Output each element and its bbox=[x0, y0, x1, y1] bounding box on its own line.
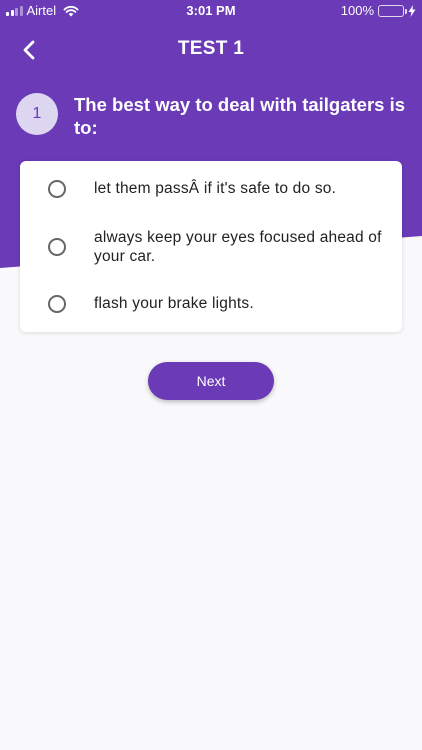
quiz-screen: Airtel 3:01 PM 100% TEST 1 1 The best wa… bbox=[0, 0, 422, 750]
radio-button[interactable] bbox=[48, 180, 66, 198]
option-1[interactable]: let them passÂ if it's safe to do so. bbox=[20, 179, 402, 199]
page-title: TEST 1 bbox=[177, 38, 245, 59]
radio-button[interactable] bbox=[48, 238, 66, 256]
status-bar-right: 100% bbox=[341, 3, 416, 18]
option-label: let them passÂ if it's safe to do so. bbox=[94, 180, 337, 197]
next-button[interactable]: Next bbox=[148, 362, 274, 400]
options-card: let them passÂ if it's safe to do so. al… bbox=[20, 161, 402, 332]
option-label: flash your brake lights. bbox=[94, 295, 254, 312]
question-text: The best way to deal with tailgaters is … bbox=[74, 94, 406, 138]
option-2[interactable]: always keep your eyes focused ahead of y… bbox=[20, 228, 402, 268]
battery-percent: 100% bbox=[340, 3, 374, 18]
nav-bar: TEST 1 bbox=[0, 30, 422, 70]
radio-button[interactable] bbox=[48, 295, 66, 313]
question-number-badge: 1 bbox=[16, 93, 58, 135]
charging-bolt-icon bbox=[408, 4, 416, 17]
option-3[interactable]: flash your brake lights. bbox=[20, 294, 402, 314]
battery-icon bbox=[378, 4, 407, 17]
status-bar: Airtel 3:01 PM 100% bbox=[0, 0, 422, 22]
option-label: always keep your eyes focused ahead of y… bbox=[94, 229, 382, 265]
